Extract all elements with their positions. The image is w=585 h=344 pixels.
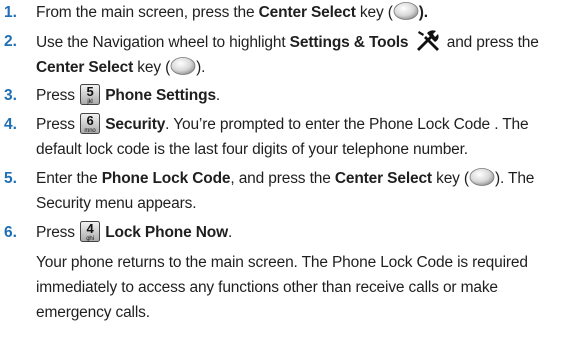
step-text-segment: From the main screen, press the <box>36 4 259 21</box>
note-line: immediately to access any functions othe… <box>36 279 498 296</box>
center-select-label: Center Select <box>36 59 134 76</box>
step-text-line: Security menu appears. <box>36 195 197 212</box>
keypad-4-icon: 4 ghi <box>80 221 101 242</box>
step-text-segment: . <box>215 87 221 104</box>
step-text: From the main screen, press the Center S… <box>36 0 585 25</box>
settings-tools-label: Settings & Tools <box>289 34 409 51</box>
center-select-label: Center Select <box>258 4 356 21</box>
center-select-key-icon <box>170 57 196 75</box>
step-4: 4. Press 6 mno Security. You’re prompted… <box>0 112 585 162</box>
step-number: 3. <box>4 87 17 104</box>
svg-text:jkl: jkl <box>86 99 92 105</box>
svg-text:6: 6 <box>86 113 93 128</box>
keypad-5-icon: 5 jkl <box>80 84 101 105</box>
step-3: 3. Press 5 jkl Phone Settings. <box>0 83 585 108</box>
step-text-segment: key ( <box>431 170 469 187</box>
keypad-6-icon: 6 mno <box>80 113 101 134</box>
step-text-segment: key ( <box>133 59 171 76</box>
step-6: 6. Press 4 ghi Lock Phone Now. <box>0 220 585 245</box>
step-text-line: default lock code is the last four digit… <box>36 141 468 158</box>
step-text-segment: ). <box>196 59 206 76</box>
step-text-segment: . You’re prompted to enter the Phone Loc… <box>165 116 529 133</box>
svg-text:4: 4 <box>86 221 94 236</box>
phone-settings-label: Phone Settings <box>105 87 216 104</box>
step-number: 4. <box>4 116 17 133</box>
step-number: 6. <box>4 224 17 241</box>
security-label: Security <box>105 116 166 133</box>
center-select-key-icon <box>469 168 495 186</box>
step-text-segment: Use the Navigation wheel to highlight <box>36 34 290 51</box>
phone-lock-code-label: Phone Lock Code <box>101 170 231 187</box>
step-text: Enter the Phone Lock Code, and press the… <box>36 166 585 216</box>
settings-tools-icon <box>416 30 439 51</box>
step-1: 1. From the main screen, press the Cente… <box>0 0 585 25</box>
step-text: Press 5 jkl Phone Settings. <box>36 83 585 108</box>
step-text: Press 6 mno Security. You’re prompted to… <box>36 112 585 162</box>
step-text-segment: , and press the <box>230 170 335 187</box>
center-select-key-icon <box>393 2 419 20</box>
step-number: 1. <box>4 4 17 21</box>
step-text-segment: and press the <box>442 34 539 51</box>
step-text-segment: . <box>227 224 233 241</box>
step-text-segment: Press <box>36 224 80 241</box>
step-text-segment: Press <box>36 116 80 133</box>
step-2: 2. Use the Navigation wheel to highlight… <box>0 29 585 80</box>
lock-phone-now-label: Lock Phone Now <box>105 224 228 241</box>
step-text-segment: Enter the <box>36 170 102 187</box>
note-line: Your phone returns to the main screen. T… <box>36 254 528 271</box>
center-select-label: Center Select <box>334 170 432 187</box>
step-text-segment: ). The <box>494 170 535 187</box>
step-number: 5. <box>4 170 17 187</box>
note-line: emergency calls. <box>36 304 150 321</box>
step-5: 5. Enter the Phone Lock Code, and press … <box>0 166 585 216</box>
step-number: 2. <box>4 33 17 50</box>
svg-text:mno: mno <box>84 128 96 134</box>
instruction-page: 1. From the main screen, press the Cente… <box>0 0 585 344</box>
svg-text:ghi: ghi <box>86 236 94 242</box>
step-text: Use the Navigation wheel to highlight Se… <box>36 29 585 80</box>
svg-text:5: 5 <box>86 84 93 99</box>
step-text-segment: Press <box>36 87 80 104</box>
step-text-segment: key ( <box>355 4 393 21</box>
result-note: Your phone returns to the main screen. T… <box>36 250 581 325</box>
step-text-segment: ). <box>418 4 428 21</box>
step-text: Press 4 ghi Lock Phone Now. <box>36 220 585 245</box>
